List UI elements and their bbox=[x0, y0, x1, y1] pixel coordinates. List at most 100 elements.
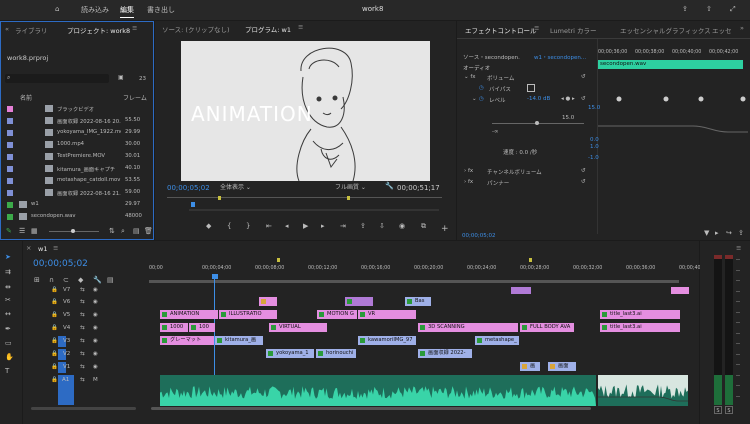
reset-volume-icon[interactable]: ↺ bbox=[581, 74, 586, 80]
project-item[interactable]: 1000.mp4 30.00 bbox=[1, 140, 153, 151]
clip-v5-title[interactable]: title_last3.ai bbox=[600, 310, 680, 319]
clip-v3-kitamura[interactable]: kitamura_画 bbox=[215, 336, 263, 345]
track-label[interactable]: V6 bbox=[63, 299, 70, 305]
rectangle-tool-icon[interactable]: ▭ bbox=[5, 339, 12, 347]
eye-icon[interactable]: ◉ bbox=[93, 338, 98, 344]
new-item-icon[interactable]: ▤ bbox=[133, 227, 140, 235]
label-color-swatch[interactable] bbox=[7, 202, 13, 208]
icon-view-icon[interactable]: ▦ bbox=[31, 227, 38, 235]
tab-essential-graphics[interactable]: エッセンシャルグラフィックス bbox=[620, 25, 711, 35]
timeline-timecode[interactable]: 00;00;05;02 bbox=[33, 259, 88, 269]
sync-lock-icon[interactable]: ⇆ bbox=[80, 287, 85, 293]
tab-effect-controls[interactable]: エフェクトコントロール bbox=[465, 25, 537, 35]
track-select-icon[interactable]: ⇉ bbox=[5, 268, 11, 276]
project-item[interactable]: w1 29.97 bbox=[1, 200, 153, 211]
track-label[interactable]: V4 bbox=[63, 325, 70, 331]
list-view-icon[interactable]: ☰ bbox=[19, 227, 25, 235]
play-audio-icon[interactable]: ▸ bbox=[715, 229, 719, 237]
hand-tool-icon[interactable]: ✋ bbox=[5, 353, 14, 361]
track-label[interactable]: V5 bbox=[63, 312, 70, 318]
search-input[interactable]: ⌕ bbox=[5, 74, 109, 83]
column-name[interactable]: 名前 bbox=[20, 93, 32, 102]
tab-essential-more[interactable]: エッセ bbox=[712, 25, 732, 35]
nav-edit[interactable]: 編集 bbox=[120, 5, 134, 18]
clip-v2-yokoyama[interactable]: yokoyama_1 bbox=[266, 349, 314, 358]
eye-icon[interactable]: ◉ bbox=[93, 351, 98, 357]
trash-icon[interactable]: 🗑 bbox=[144, 227, 153, 235]
export-icon[interactable]: ⇪ bbox=[738, 229, 744, 237]
level-expand-icon[interactable]: ⌄ bbox=[472, 96, 477, 102]
clip-v6-b[interactable] bbox=[345, 297, 373, 306]
timeline-horizontal-scrollbar[interactable] bbox=[151, 407, 591, 410]
level-slider-handle[interactable] bbox=[535, 121, 539, 125]
level-value[interactable]: -14.0 dB bbox=[527, 96, 550, 102]
nest-icon[interactable]: ⊞ bbox=[34, 276, 40, 284]
project-item[interactable]: kitamura_画面キャプチ 40.10 bbox=[1, 164, 153, 175]
tab-library[interactable]: ライブラリ bbox=[15, 25, 48, 35]
eye-icon[interactable]: ◉ bbox=[93, 312, 98, 318]
video-frame[interactable]: ANIMATION bbox=[181, 41, 430, 181]
share-icon[interactable]: ⇧ bbox=[706, 5, 712, 13]
go-to-in-icon[interactable]: ⇤ bbox=[266, 222, 272, 230]
add-marker-timeline-icon[interactable]: ◆ bbox=[78, 276, 83, 284]
nav-export[interactable]: 書き出し bbox=[147, 5, 175, 15]
track-scrollbar[interactable] bbox=[31, 407, 136, 410]
sync-lock-icon[interactable]: ⇆ bbox=[80, 351, 85, 357]
clip-v3-kawamori[interactable]: kawamoriIMG_97 bbox=[358, 336, 416, 345]
lift-icon[interactable]: ⇪ bbox=[360, 222, 366, 230]
add-marker-icon[interactable]: ◆ bbox=[206, 222, 211, 230]
add-button-icon[interactable]: + bbox=[441, 224, 449, 234]
home-icon[interactable]: ⌂ bbox=[55, 5, 59, 13]
effect-timecode[interactable]: 00;00;05;02 bbox=[462, 233, 496, 239]
project-item[interactable]: 画面収録 2022-08-16 21.2 59.00 bbox=[1, 188, 153, 199]
find-icon[interactable]: ⌕ bbox=[121, 227, 125, 236]
project-item[interactable]: TestPremiere.MOV 30.01 bbox=[1, 152, 153, 163]
track-label[interactable]: V3 bbox=[63, 338, 70, 344]
more-tabs-icon[interactable]: » bbox=[740, 24, 744, 32]
column-framerate[interactable]: フレーム bbox=[123, 93, 147, 102]
playhead-timecode[interactable]: 00;00;05;02 bbox=[167, 184, 210, 192]
clip-v2-horinouchi[interactable]: horinouchi bbox=[316, 349, 356, 358]
play-icon[interactable]: ▶ bbox=[303, 222, 308, 230]
step-back-icon[interactable]: ◂ bbox=[285, 222, 289, 230]
label-color-swatch[interactable] bbox=[7, 178, 13, 184]
filter-icon[interactable]: ▼ bbox=[704, 229, 709, 237]
clip-v4-3d-scanning[interactable]: 3D SCANNING bbox=[418, 323, 518, 332]
clip-v4-100[interactable]: 100 bbox=[189, 323, 215, 332]
fit-dropdown[interactable]: 全体表示 ⌄ bbox=[220, 182, 266, 191]
lock-icon[interactable]: 🔒 bbox=[51, 312, 58, 318]
channel-volume-expand-icon[interactable]: › fx bbox=[464, 168, 473, 174]
mark-in-icon[interactable]: { bbox=[227, 222, 231, 230]
tab-source[interactable]: ソース: (クリップなし) bbox=[162, 24, 230, 34]
label-color-swatch[interactable] bbox=[7, 106, 13, 112]
sequence-menu-icon[interactable]: ≡ bbox=[53, 244, 58, 252]
work-area-bar[interactable] bbox=[149, 280, 679, 283]
clip-v2-gamen[interactable]: 画面収録 2022- bbox=[418, 349, 472, 358]
eye-icon[interactable]: ◉ bbox=[93, 325, 98, 331]
sync-lock-icon[interactable]: ⇆ bbox=[80, 325, 85, 331]
keyframe-nav-icon[interactable]: ◂ ● ▸ bbox=[561, 96, 575, 102]
tab-lumetri[interactable]: Lumetri カラー bbox=[550, 25, 597, 35]
close-sequence-icon[interactable]: × bbox=[26, 244, 31, 252]
quality-dropdown[interactable]: フル画質 ⌄ bbox=[335, 182, 381, 191]
eye-icon[interactable]: ◉ bbox=[93, 364, 98, 370]
project-item[interactable]: yokoyama_IMG_1922.mo 29.99 bbox=[1, 128, 153, 139]
sync-lock-icon[interactable]: ⇆ bbox=[80, 312, 85, 318]
track-label[interactable]: V1 bbox=[63, 364, 70, 370]
clip-v4-1000[interactable]: 1000 bbox=[160, 323, 188, 332]
fullscreen-icon[interactable]: ⤢ bbox=[730, 5, 736, 14]
audio-clip-a1[interactable] bbox=[160, 375, 596, 406]
audio-clip-a1-selected[interactable] bbox=[598, 375, 688, 406]
feedback-icon[interactable]: ⇪ bbox=[682, 5, 688, 13]
time-ruler[interactable]: 00;00 00;00;04;00 00;00;08;00 00;00;12;00 00… bbox=[149, 263, 708, 277]
captions-icon[interactable]: ▤ bbox=[107, 276, 114, 284]
bypass-checkbox[interactable] bbox=[527, 84, 535, 92]
lock-icon[interactable]: 🔒 bbox=[51, 364, 58, 370]
step-forward-icon[interactable]: ▸ bbox=[321, 222, 325, 230]
clip-v6-bas[interactable]: Bas bbox=[405, 297, 431, 306]
clip-v1-gamen-2[interactable]: 画面 bbox=[548, 362, 576, 371]
label-color-swatch[interactable] bbox=[7, 142, 13, 148]
label-color-swatch[interactable] bbox=[7, 190, 13, 196]
project-item[interactable]: 画面収録 2022-08-16 20.5 55.50 bbox=[1, 116, 153, 127]
mark-out-icon[interactable]: } bbox=[246, 222, 250, 230]
